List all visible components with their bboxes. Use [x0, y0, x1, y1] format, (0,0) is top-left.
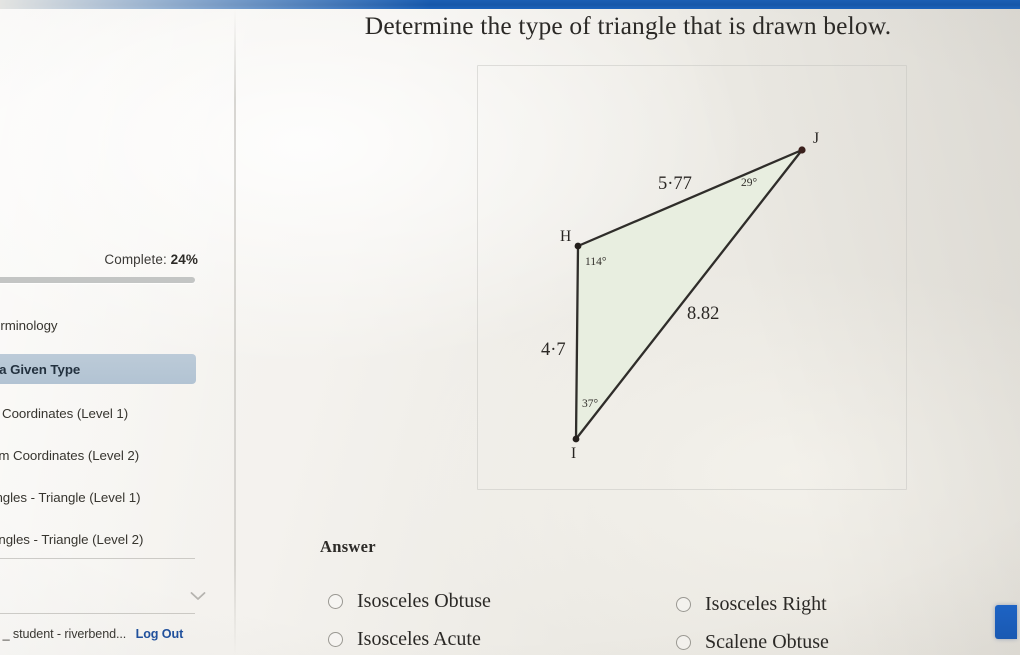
- vertex-label-i: I: [571, 445, 576, 462]
- option-label: Isosceles Right: [705, 593, 827, 615]
- option-label: Isosceles Obtuse: [357, 590, 491, 612]
- option-label: Isosceles Acute: [357, 628, 481, 650]
- sidebar: Complete: 24% th Terminology s of a Give…: [0, 9, 236, 655]
- vertex-point-i: [572, 435, 580, 443]
- sidebar-item-coordinates-lvl2[interactable]: e from Coordinates (Level 2): [0, 440, 196, 470]
- radio-icon[interactable]: [676, 597, 691, 612]
- vertex-point-j: [798, 146, 806, 154]
- sidebar-item-angles-lvl1[interactable]: or Angles - Triangle (Level 1): [0, 482, 196, 512]
- corner-accent-button[interactable]: [995, 605, 1017, 639]
- angle-label-h: 114°: [585, 256, 607, 268]
- sidebar-item-label: e from Coordinates (Level 2): [0, 447, 140, 463]
- radio-icon[interactable]: [676, 635, 691, 650]
- option-isosceles-obtuse[interactable]: Isosceles Obtuse: [328, 590, 491, 613]
- radio-icon[interactable]: [328, 632, 343, 647]
- progress-bar: [0, 277, 195, 283]
- angle-label-j: 29°: [741, 177, 758, 189]
- sidebar-item-label: ior Angles - Triangle (Level 2): [0, 531, 144, 547]
- sidebar-item-given-type[interactable]: s of a Given Type: [0, 354, 196, 384]
- sidebar-item-angles-lvl2[interactable]: ior Angles - Triangle (Level 2): [0, 524, 196, 554]
- vertex-label-h: H: [560, 228, 571, 245]
- option-isosceles-acute[interactable]: Isosceles Acute: [328, 628, 481, 651]
- sidebar-item-label: or Angles - Triangle (Level 1): [0, 489, 141, 505]
- radio-icon[interactable]: [328, 594, 343, 609]
- answer-heading: Answer: [320, 537, 376, 556]
- completion-percent: 24%: [170, 252, 198, 267]
- main-content: Determine the type of triangle that is d…: [236, 9, 1020, 655]
- account-footer: ark _ student - riverbend... Log Out: [0, 627, 183, 641]
- sidebar-item-label: from Coordinates (Level 1): [0, 405, 129, 421]
- sidebar-item-label: th Terminology: [0, 317, 58, 333]
- sidebar-item-coordinates-lvl1[interactable]: from Coordinates (Level 1): [0, 398, 196, 428]
- triangle-figure: H I J 114° 29° 37° 5·77 8.82 4·7: [541, 130, 819, 462]
- sidebar-item-terminology[interactable]: th Terminology: [0, 310, 196, 340]
- sidebar-divider-line: [0, 558, 195, 559]
- side-length-hj: 5·77: [658, 174, 692, 194]
- account-name: ark _ student - riverbend...: [0, 627, 127, 641]
- angle-label-i: 37°: [582, 398, 599, 410]
- option-scalene-obtuse[interactable]: Scalene Obtuse: [676, 631, 829, 654]
- side-length-hi: 4·7: [541, 340, 566, 360]
- vertex-point-h: [574, 242, 582, 250]
- option-label: Scalene Obtuse: [705, 631, 829, 653]
- sidebar-divider-line: [0, 613, 195, 614]
- logout-link[interactable]: Log Out: [136, 627, 184, 641]
- completion-status: Complete: 24%: [104, 252, 198, 267]
- top-bar-glare: [0, 0, 430, 9]
- chevron-down-icon[interactable]: [190, 591, 206, 601]
- page-title: Determine the type of triangle that is d…: [364, 11, 892, 40]
- completion-label: Complete:: [104, 252, 167, 267]
- side-length-ij: 8.82: [687, 304, 719, 324]
- option-isosceles-right[interactable]: Isosceles Right: [676, 593, 827, 616]
- sidebar-item-label: s of a Given Type: [0, 361, 81, 377]
- vertex-label-j: J: [813, 130, 819, 147]
